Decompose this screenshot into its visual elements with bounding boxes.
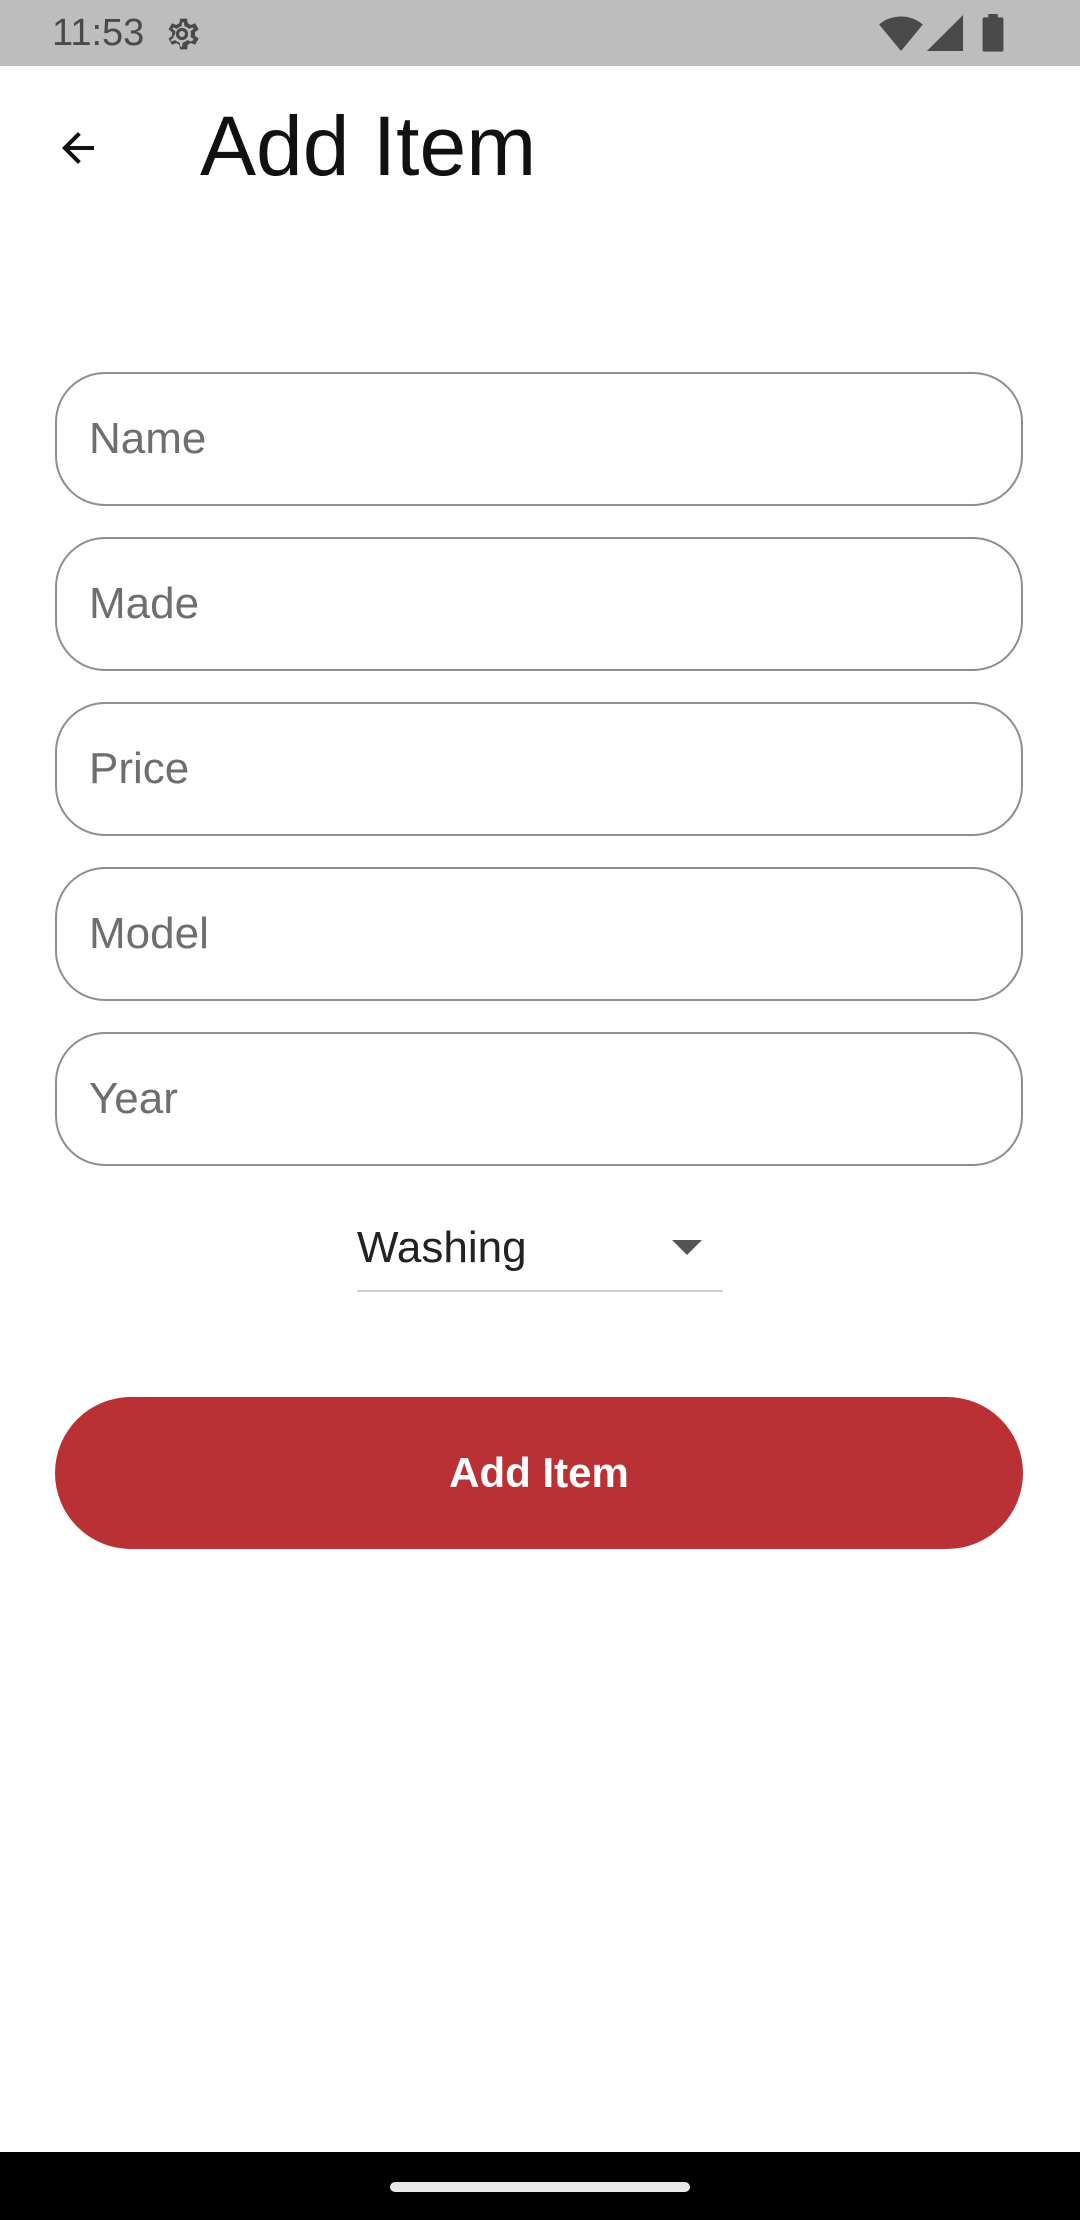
price-field[interactable] (55, 702, 1023, 840)
model-field[interactable] (55, 867, 1023, 1005)
status-time: 11:53 (52, 12, 145, 54)
made-input[interactable] (89, 539, 989, 675)
category-dropdown-value: Washing (357, 1223, 527, 1272)
arrow-back-icon (62, 132, 94, 164)
status-bar: 11:53 (0, 0, 1080, 66)
battery-icon (981, 14, 1005, 52)
made-field[interactable] (55, 537, 1023, 675)
back-button[interactable] (40, 110, 116, 186)
name-input[interactable] (89, 374, 989, 510)
year-input[interactable] (89, 1034, 989, 1170)
add-item-screen: 11:53 Add Item Name Made Price Model Yea… (0, 0, 1080, 2220)
add-item-button[interactable]: Add Item (55, 1397, 1023, 1549)
wifi-icon (878, 14, 924, 52)
price-input[interactable] (89, 704, 989, 840)
category-dropdown[interactable]: Washing (357, 1210, 723, 1292)
app-bar: Add Item (0, 66, 1080, 226)
gear-icon (161, 13, 203, 55)
system-nav-bar (0, 2152, 1080, 2220)
name-field[interactable] (55, 372, 1023, 510)
home-gesture-handle[interactable] (390, 2182, 690, 2192)
signal-icon (926, 14, 964, 52)
model-input[interactable] (89, 869, 989, 1005)
year-field[interactable] (55, 1032, 1023, 1170)
page-title: Add Item (200, 99, 537, 193)
add-item-button-label: Add Item (449, 1449, 629, 1496)
dropdown-arrow-icon (672, 1240, 702, 1255)
